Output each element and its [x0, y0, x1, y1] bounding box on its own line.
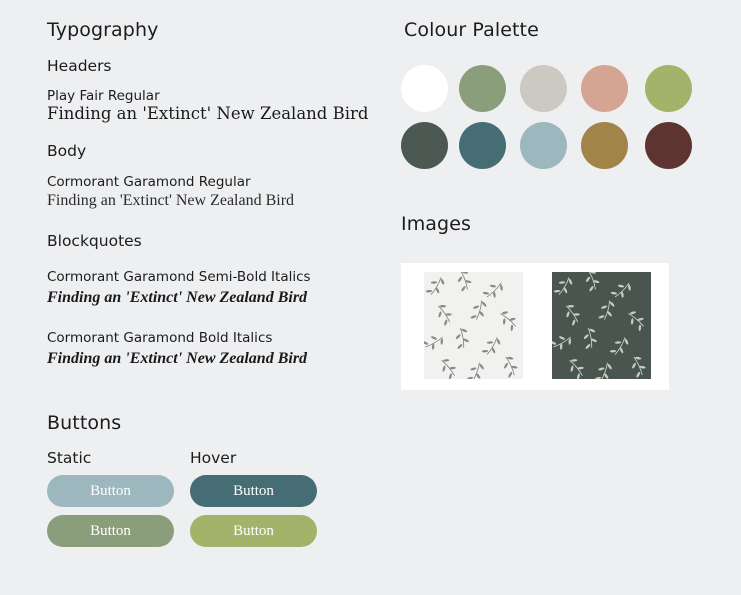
body-heading: Body	[47, 142, 87, 160]
body-sample: Finding an 'Extinct' New Zealand Bird	[47, 192, 295, 209]
palette-title: Colour Palette	[404, 19, 539, 41]
swatch-charcoal-green	[401, 122, 448, 169]
hover-label: Hover	[190, 449, 237, 467]
swatch-sage	[459, 65, 506, 112]
swatch-powder-blue	[520, 122, 567, 169]
headers-sample: Finding an 'Extinct' New Zealand Bird	[47, 104, 369, 123]
static-button-blue[interactable]: Button	[47, 475, 174, 507]
swatch-teal	[459, 122, 506, 169]
headers-font-name: Play Fair Regular	[47, 88, 160, 104]
light-leaf-pattern-image	[424, 272, 523, 379]
blockquote-bold-font-name: Cormorant Garamond Bold Italics	[47, 330, 273, 346]
headers-heading: Headers	[47, 57, 112, 75]
hover-button-green[interactable]: Button	[190, 515, 317, 547]
swatch-stone	[520, 65, 567, 112]
dark-leaf-pattern-image	[552, 272, 651, 379]
blockquote-semibold-font-name: Cormorant Garamond Semi-Bold Italics	[47, 269, 311, 285]
static-button-green[interactable]: Button	[47, 515, 174, 547]
images-title: Images	[401, 213, 472, 235]
blockquote-semibold-sample: Finding an 'Extinct' New Zealand Bird	[47, 289, 308, 306]
blockquotes-heading: Blockquotes	[47, 232, 142, 250]
swatch-ochre	[581, 122, 628, 169]
swatch-blush	[581, 65, 628, 112]
images-panel	[401, 263, 669, 390]
typography-title: Typography	[47, 19, 159, 41]
swatch-olive	[645, 65, 692, 112]
swatch-white	[401, 65, 448, 112]
hover-button-blue[interactable]: Button	[190, 475, 317, 507]
static-label: Static	[47, 449, 92, 467]
body-font-name: Cormorant Garamond Regular	[47, 174, 251, 190]
blockquote-bold-sample: Finding an 'Extinct' New Zealand Bird	[47, 350, 308, 367]
swatch-oxblood	[645, 122, 692, 169]
buttons-title: Buttons	[47, 412, 122, 434]
